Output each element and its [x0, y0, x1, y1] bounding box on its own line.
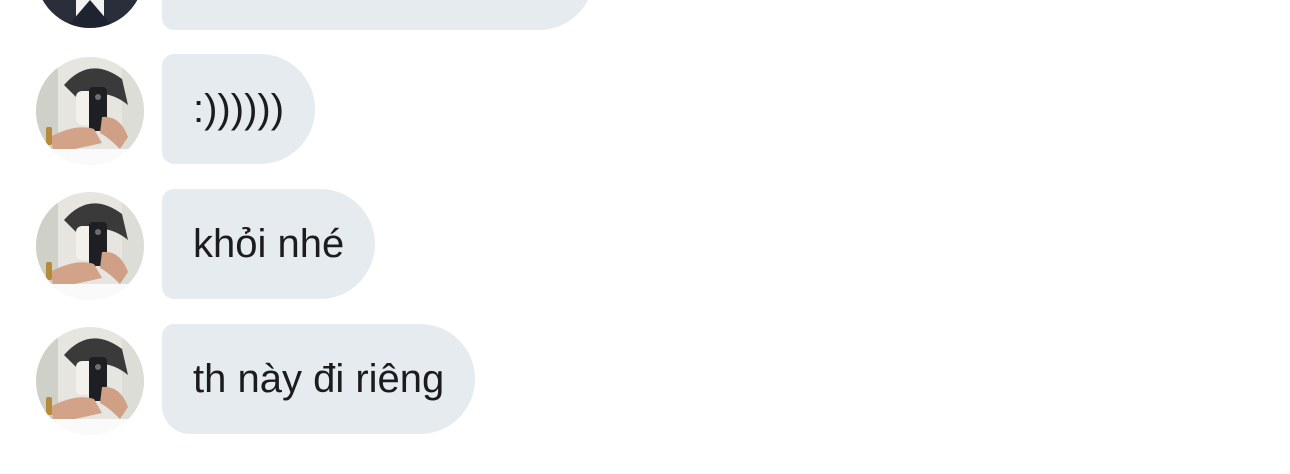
sender-avatar[interactable]: [36, 192, 144, 300]
message-text: khỏi nhé: [193, 222, 345, 266]
message-text: :)))))): [193, 87, 285, 131]
message-bubble[interactable]: khỏi nhé: [162, 189, 376, 299]
message-bubble[interactable]: [162, 0, 594, 30]
message-bubble[interactable]: th này đi riêng: [162, 324, 476, 434]
avatar-photo-icon: [36, 327, 144, 435]
sender-avatar[interactable]: [36, 0, 144, 28]
avatar-photo-icon: [36, 57, 144, 165]
message-thread: :)))))) khỏi nhé th này đi riêng: [0, 0, 1290, 474]
message-text: th này đi riêng: [193, 357, 445, 401]
avatar-photo-icon: [36, 192, 144, 300]
sender-avatar[interactable]: [36, 57, 144, 165]
avatar-photo-icon: [36, 0, 144, 28]
sender-avatar[interactable]: [36, 327, 144, 435]
message-bubble[interactable]: :)))))): [162, 54, 316, 164]
